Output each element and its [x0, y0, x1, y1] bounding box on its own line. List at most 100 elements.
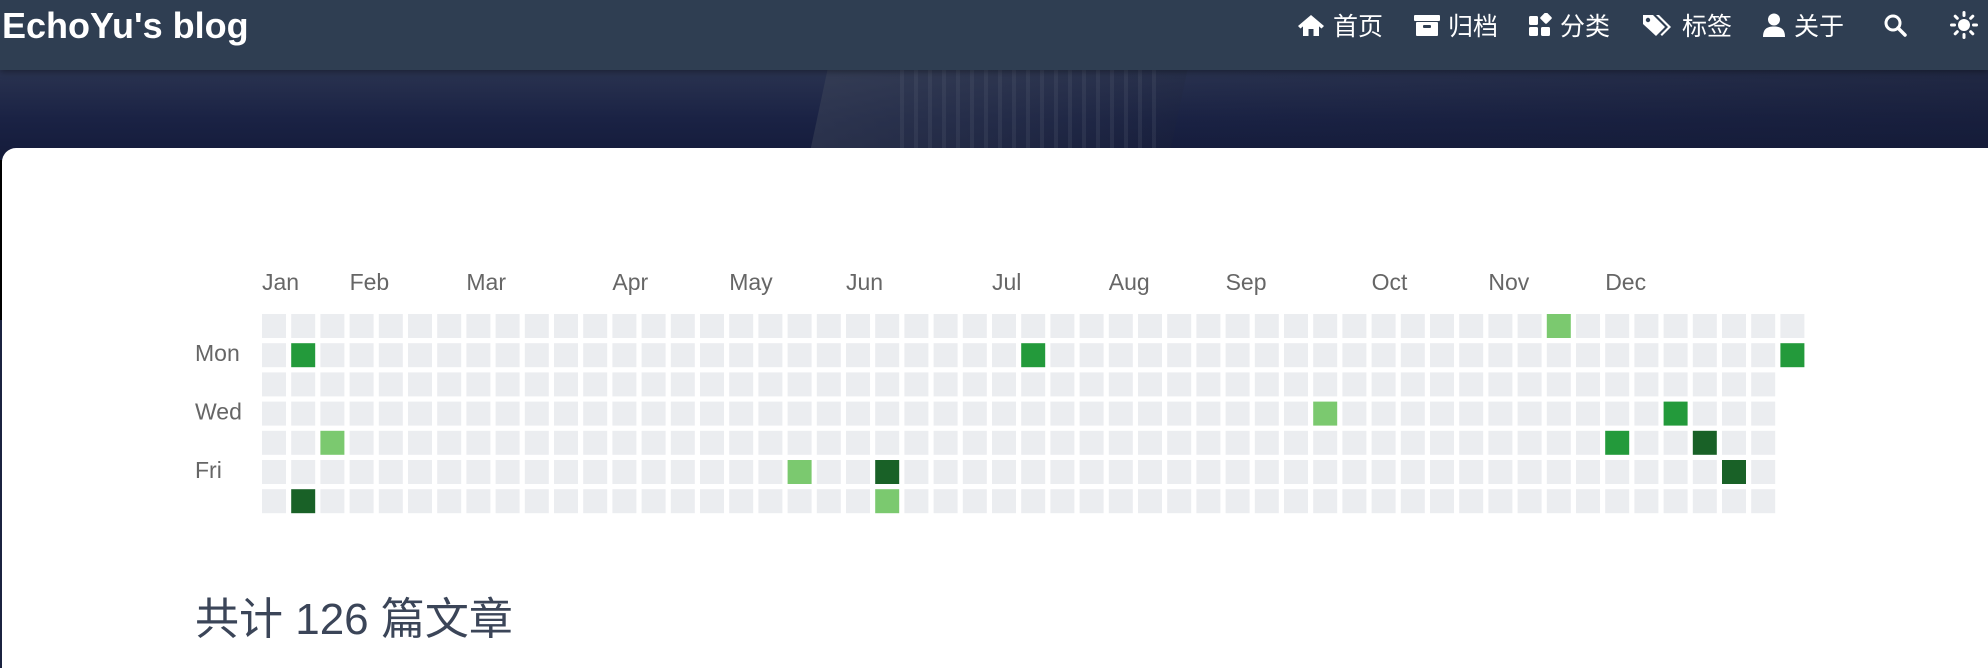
heatmap-cell[interactable]: [670, 343, 695, 368]
heatmap-cell[interactable]: [1546, 401, 1571, 426]
heatmap-cell[interactable]: [1576, 489, 1600, 514]
heatmap-cell[interactable]: [349, 489, 374, 514]
heatmap-cell-active[interactable]: [1313, 401, 1338, 426]
heatmap-cell[interactable]: [291, 372, 316, 397]
heatmap-cell[interactable]: [583, 460, 608, 484]
heatmap-cell[interactable]: [1751, 489, 1776, 514]
heatmap-cell[interactable]: [758, 401, 783, 426]
nav-item-tags[interactable]: 标签: [1642, 0, 1732, 50]
heatmap-cell[interactable]: [1225, 430, 1250, 455]
heatmap-cell[interactable]: [670, 314, 695, 338]
heatmap-cell[interactable]: [1021, 460, 1046, 484]
heatmap-cell[interactable]: [1751, 314, 1776, 338]
heatmap-cell[interactable]: [437, 372, 462, 397]
heatmap-cell[interactable]: [1284, 489, 1308, 514]
heatmap-cell[interactable]: [1488, 343, 1513, 368]
heatmap-cell[interactable]: [1138, 343, 1162, 368]
heatmap-cell[interactable]: [262, 489, 286, 514]
heatmap-cell[interactable]: [1517, 430, 1542, 455]
heatmap-cell[interactable]: [524, 489, 549, 514]
heatmap-cell[interactable]: [495, 430, 520, 455]
heatmap-cell[interactable]: [1605, 314, 1630, 338]
heatmap-cell[interactable]: [700, 430, 724, 455]
heatmap-cell[interactable]: [583, 401, 608, 426]
heatmap-cell[interactable]: [495, 343, 520, 368]
heatmap-cell[interactable]: [1079, 460, 1104, 484]
heatmap-cell[interactable]: [700, 314, 724, 338]
heatmap-cell[interactable]: [262, 343, 286, 368]
heatmap-cell-active[interactable]: [875, 460, 900, 484]
heatmap-cell[interactable]: [992, 314, 1016, 338]
heatmap-cell[interactable]: [524, 343, 549, 368]
heatmap-cell[interactable]: [408, 460, 432, 484]
heatmap-cell[interactable]: [1225, 401, 1250, 426]
heatmap-cell[interactable]: [1138, 460, 1162, 484]
heatmap-cell[interactable]: [612, 430, 637, 455]
heatmap-cell[interactable]: [1546, 460, 1571, 484]
heatmap-cell[interactable]: [1634, 430, 1659, 455]
heatmap-cell[interactable]: [1225, 460, 1250, 484]
heatmap-cell[interactable]: [1284, 314, 1308, 338]
heatmap-cell[interactable]: [1079, 372, 1104, 397]
heatmap-cell[interactable]: [612, 401, 637, 426]
heatmap-cell-active[interactable]: [875, 489, 900, 514]
heatmap-cell[interactable]: [1079, 489, 1104, 514]
heatmap-cell[interactable]: [408, 343, 432, 368]
heatmap-cell[interactable]: [962, 489, 987, 514]
heatmap-cell[interactable]: [378, 401, 403, 426]
heatmap-cell[interactable]: [1488, 314, 1513, 338]
heatmap-cell[interactable]: [554, 489, 578, 514]
heatmap-cell[interactable]: [846, 372, 870, 397]
heatmap-cell[interactable]: [262, 460, 286, 484]
heatmap-cell[interactable]: [875, 314, 900, 338]
heatmap-cell[interactable]: [583, 489, 608, 514]
heatmap-cell[interactable]: [1722, 489, 1746, 514]
heatmap-cell[interactable]: [816, 401, 841, 426]
heatmap-cell[interactable]: [262, 401, 286, 426]
heatmap-cell[interactable]: [962, 460, 987, 484]
heatmap-cell[interactable]: [1605, 401, 1630, 426]
heatmap-cell[interactable]: [729, 430, 754, 455]
heatmap-cell[interactable]: [729, 314, 754, 338]
heatmap-cell-active[interactable]: [320, 430, 345, 455]
heatmap-cell[interactable]: [1108, 489, 1133, 514]
heatmap-cell[interactable]: [1605, 372, 1630, 397]
heatmap-cell[interactable]: [1722, 343, 1746, 368]
heatmap-cell[interactable]: [729, 489, 754, 514]
heatmap-cell[interactable]: [1284, 343, 1308, 368]
heatmap-cell[interactable]: [1400, 460, 1425, 484]
heatmap-cell[interactable]: [1722, 401, 1746, 426]
heatmap-cell[interactable]: [875, 372, 900, 397]
heatmap-cell[interactable]: [962, 314, 987, 338]
heatmap-cell[interactable]: [466, 460, 491, 484]
heatmap-cell[interactable]: [641, 401, 666, 426]
heatmap-cell[interactable]: [904, 343, 929, 368]
heatmap-cell[interactable]: [1196, 314, 1221, 338]
heatmap-cell[interactable]: [1517, 489, 1542, 514]
heatmap-cell[interactable]: [992, 460, 1016, 484]
heatmap-cell[interactable]: [320, 489, 345, 514]
heatmap-cell[interactable]: [1196, 343, 1221, 368]
heatmap-cell[interactable]: [1108, 343, 1133, 368]
heatmap-cell[interactable]: [554, 314, 578, 338]
heatmap-cell[interactable]: [1751, 460, 1776, 484]
heatmap-cell[interactable]: [992, 401, 1016, 426]
heatmap-cell[interactable]: [466, 489, 491, 514]
heatmap-cell[interactable]: [554, 430, 578, 455]
heatmap-cell[interactable]: [554, 343, 578, 368]
heatmap-cell[interactable]: [758, 489, 783, 514]
heatmap-cell[interactable]: [992, 489, 1016, 514]
heatmap-cell[interactable]: [437, 489, 462, 514]
heatmap-cell[interactable]: [1050, 343, 1075, 368]
heatmap-cell[interactable]: [1284, 401, 1308, 426]
heatmap-cell[interactable]: [437, 343, 462, 368]
heatmap-cell[interactable]: [816, 430, 841, 455]
site-brand[interactable]: EchoYu's blog: [2, 4, 249, 48]
heatmap-cell[interactable]: [1167, 460, 1192, 484]
heatmap-cell[interactable]: [1138, 489, 1162, 514]
heatmap-cell[interactable]: [846, 460, 870, 484]
heatmap-cell[interactable]: [729, 401, 754, 426]
heatmap-cell[interactable]: [1021, 314, 1046, 338]
heatmap-cell[interactable]: [524, 372, 549, 397]
heatmap-cell[interactable]: [1488, 430, 1513, 455]
